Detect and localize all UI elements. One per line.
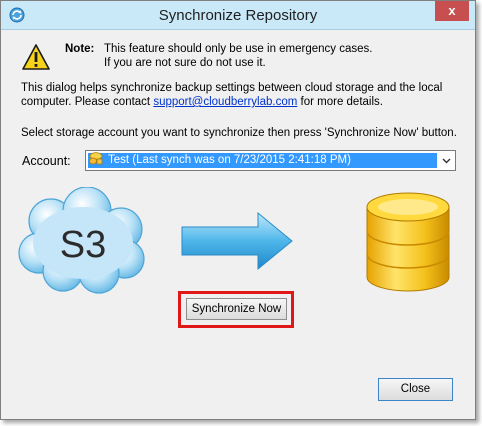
title-bar[interactable]: Synchronize Repository x xyxy=(1,1,475,30)
account-selected-value: Test (Last synch was on 7/23/2015 2:41:1… xyxy=(88,153,437,168)
info-text-line1: This dialog helps synchronize backup set… xyxy=(21,82,443,94)
synchronize-now-button[interactable]: Synchronize Now xyxy=(186,298,287,320)
database-icon xyxy=(366,192,450,292)
note-text-line2: If you are not sure do not use it. xyxy=(104,57,266,69)
storage-account-icon xyxy=(89,152,103,165)
info-text-line2: computer. Please contact support@cloudbe… xyxy=(21,96,383,108)
close-window-button[interactable]: x xyxy=(435,1,469,21)
info-text-prefix: computer. Please contact xyxy=(21,96,154,108)
account-label: Account: xyxy=(22,154,71,168)
account-dropdown[interactable]: Test (Last synch was on 7/23/2015 2:41:1… xyxy=(85,150,456,171)
support-email-link[interactable]: support@cloudberrylab.com xyxy=(153,96,297,108)
note-text-line1: This feature should only be use in emerg… xyxy=(104,43,373,55)
window-title: Synchronize Repository xyxy=(158,7,318,24)
right-arrow-icon xyxy=(181,211,293,271)
chevron-down-icon[interactable] xyxy=(440,154,453,167)
note-label: Note: xyxy=(65,43,95,55)
synchronize-repository-dialog: Synchronize Repository x Note: This feat… xyxy=(0,0,476,420)
cloud-s3-label: S3 xyxy=(60,224,106,266)
s3-cloud-icon: S3 xyxy=(18,187,145,294)
warning-icon xyxy=(22,44,50,70)
instruction-text: Select storage account you want to synch… xyxy=(21,127,457,139)
info-text-suffix: for more details. xyxy=(297,96,383,108)
close-button[interactable]: Close xyxy=(378,378,453,401)
